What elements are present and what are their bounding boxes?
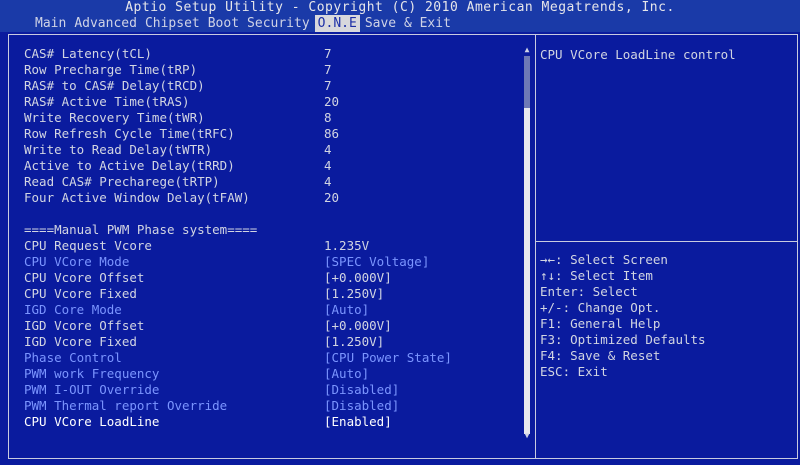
setting-value: 1.235V: [324, 238, 370, 253]
setting-row: CPU Request Vcore 1.235V: [24, 238, 524, 254]
help-divider: [536, 241, 798, 242]
help-description: CPU VCore LoadLine control: [540, 47, 736, 62]
key-help-item: Enter: Select: [540, 284, 638, 299]
setting-value: [Disabled]: [324, 398, 400, 413]
setting-row-cpu-vcore-loadline[interactable]: CPU VCore LoadLine [Enabled]: [24, 414, 524, 430]
setting-row: Write Recovery Time(tWR) 8: [24, 110, 524, 126]
setting-value: [Auto]: [324, 302, 370, 317]
scroll-up-icon[interactable]: ▲: [523, 46, 531, 54]
setting-value: 86: [324, 126, 340, 141]
setting-value: [1.250V]: [324, 334, 385, 349]
setting-row: IGD Vcore Fixed [1.250V]: [24, 334, 524, 350]
key-help-item: F1: General Help: [540, 316, 661, 331]
setting-value: 7: [324, 46, 332, 61]
header-bar: Aptio Setup Utility - Copyright (C) 2010…: [0, 0, 800, 32]
setting-label: Row Refresh Cycle Time(tRFC): [24, 126, 235, 141]
setting-value: 4: [324, 142, 332, 157]
setting-row: Row Refresh Cycle Time(tRFC) 86: [24, 126, 524, 142]
setting-row: CAS# Latency(tCL) 7: [24, 46, 524, 62]
setting-row: CPU Vcore Offset [+0.000V]: [24, 270, 524, 286]
setting-row-igd-core-mode[interactable]: IGD Core Mode [Auto]: [24, 302, 524, 318]
setting-row: Active to Active Delay(tRRD) 4: [24, 158, 524, 174]
setting-label: Row Precharge Time(tRP): [24, 62, 198, 77]
setting-value: 4: [324, 158, 332, 173]
setting-row: RAS# Active Time(tRAS) 20: [24, 94, 524, 110]
tab-main[interactable]: Main: [32, 15, 69, 32]
setting-label: CPU VCore Mode: [24, 254, 130, 269]
setting-label: CPU Vcore Fixed: [24, 286, 137, 301]
setting-row-pwm-iout-override[interactable]: PWM I-OUT Override [Disabled]: [24, 382, 524, 398]
key-help-list: →←: Select Screen ↑↓: Select Item Enter:…: [540, 252, 795, 380]
setting-value: 20: [324, 190, 340, 205]
setting-value: [Disabled]: [324, 382, 400, 397]
setting-value: 7: [324, 78, 332, 93]
setting-row-phase-control[interactable]: Phase Control [CPU Power State]: [24, 350, 524, 366]
setting-value: [Auto]: [324, 366, 370, 381]
setting-label: CAS# Latency(tCL): [24, 46, 152, 61]
setting-label: Read CAS# Precharege(tRTP): [24, 174, 220, 189]
setting-value: [+0.000V]: [324, 270, 392, 285]
setting-label: Phase Control: [24, 350, 122, 365]
setting-row: Row Precharge Time(tRP) 7: [24, 62, 524, 78]
setting-label: IGD Vcore Offset: [24, 318, 145, 333]
setting-row: Write to Read Delay(tWTR) 4: [24, 142, 524, 158]
setting-row: IGD Vcore Offset [+0.000V]: [24, 318, 524, 334]
tab-bar: Main Advanced Chipset Boot Security O.N.…: [0, 15, 800, 32]
setting-value: 8: [324, 110, 332, 125]
setting-value: [Enabled]: [324, 414, 392, 429]
setting-value: 20: [324, 94, 340, 109]
setting-value: [SPEC Voltage]: [324, 254, 430, 269]
scroll-thumb[interactable]: [524, 108, 530, 434]
setting-label: PWM work Frequency: [24, 366, 160, 381]
tab-advanced[interactable]: Advanced: [71, 15, 140, 32]
setting-label: IGD Vcore Fixed: [24, 334, 137, 349]
setting-row-cpu-vcore-mode[interactable]: CPU VCore Mode [SPEC Voltage]: [24, 254, 524, 270]
setting-label: Write to Read Delay(tWTR): [24, 142, 213, 157]
tab-security[interactable]: Security: [244, 15, 313, 32]
setting-label: RAS# Active Time(tRAS): [24, 94, 190, 109]
key-help-item: ↑↓: Select Item: [540, 268, 653, 283]
key-help-item: +/-: Change Opt.: [540, 300, 661, 315]
setting-row: RAS# to CAS# Delay(tRCD) 7: [24, 78, 524, 94]
setting-label: CPU VCore LoadLine: [24, 414, 160, 429]
tab-chipset[interactable]: Chipset: [142, 15, 203, 32]
setting-label: CPU Request Vcore: [24, 238, 152, 253]
setting-row-pwm-work-frequency[interactable]: PWM work Frequency [Auto]: [24, 366, 524, 382]
panel-divider: [535, 34, 536, 459]
scrollbar[interactable]: ▲ ▼: [523, 46, 531, 442]
setting-label: PWM Thermal report Override: [24, 398, 228, 413]
setting-label: Active to Active Delay(tRRD): [24, 158, 235, 173]
setting-label: CPU Vcore Offset: [24, 270, 145, 285]
setting-row: CPU Vcore Fixed [1.250V]: [24, 286, 524, 302]
section-heading: ====Manual PWM Phase system====: [24, 222, 524, 238]
setting-row: Four Active Window Delay(tFAW) 20: [24, 190, 524, 206]
setting-label: RAS# to CAS# Delay(tRCD): [24, 78, 205, 93]
setting-label: IGD Core Mode: [24, 302, 122, 317]
tab-one[interactable]: O.N.E: [314, 15, 360, 32]
tab-boot[interactable]: Boot: [205, 15, 242, 32]
setting-value: 4: [324, 174, 332, 189]
key-help-item: F4: Save & Reset: [540, 348, 661, 363]
setting-label: PWM I-OUT Override: [24, 382, 160, 397]
setting-value: 7: [324, 62, 332, 77]
setting-row-pwm-thermal-override[interactable]: PWM Thermal report Override [Disabled]: [24, 398, 524, 414]
window-title: Aptio Setup Utility - Copyright (C) 2010…: [125, 0, 675, 15]
scroll-down-icon[interactable]: ▼: [523, 432, 531, 440]
key-help-item: F3: Optimized Defaults: [540, 332, 706, 347]
setting-row: Read CAS# Precharege(tRTP) 4: [24, 174, 524, 190]
setting-value: [+0.000V]: [324, 318, 392, 333]
setting-label: Four Active Window Delay(tFAW): [24, 190, 250, 205]
section-heading-label: ====Manual PWM Phase system====: [24, 222, 258, 237]
setting-label: Write Recovery Time(tWR): [24, 110, 205, 125]
setting-value: [1.250V]: [324, 286, 385, 301]
key-help-item: ESC: Exit: [540, 364, 608, 379]
key-help-item: →←: Select Screen: [540, 252, 668, 267]
tab-save-exit[interactable]: Save & Exit: [362, 15, 454, 32]
setting-value: [CPU Power State]: [324, 350, 452, 365]
